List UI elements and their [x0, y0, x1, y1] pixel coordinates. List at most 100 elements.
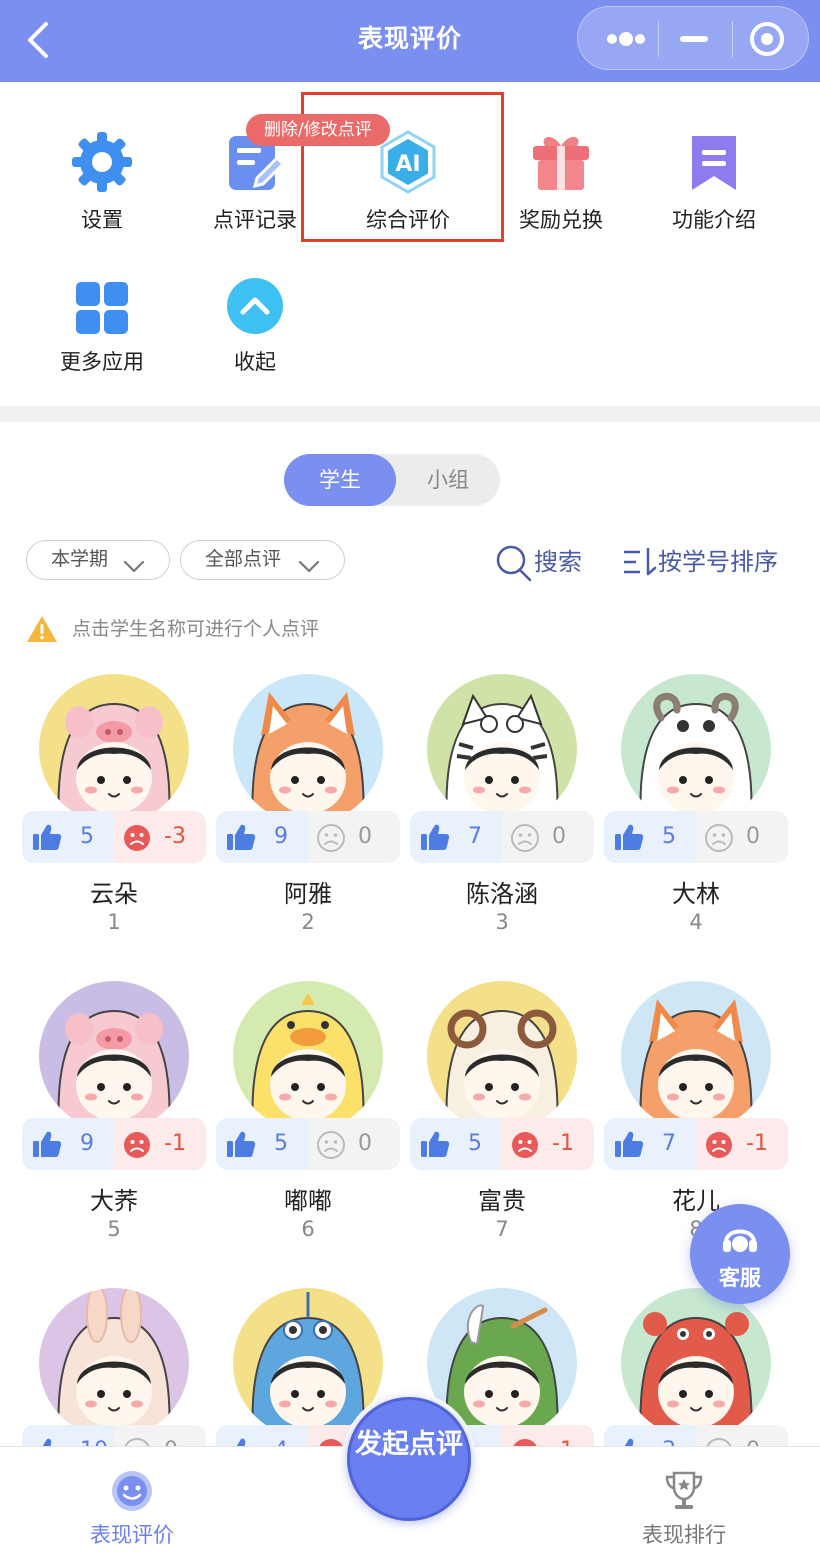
- student-avatar[interactable]: [621, 1288, 771, 1438]
- feature-intro-button[interactable]: 功能介绍: [639, 130, 789, 240]
- comment-filter-dropdown[interactable]: 全部点评: [180, 540, 345, 580]
- score-row: 30: [604, 1425, 788, 1446]
- student-avatar[interactable]: [621, 981, 771, 1131]
- thumbs-up-icon: [614, 1130, 644, 1158]
- praise-score[interactable]: 9: [22, 1118, 114, 1170]
- praise-score[interactable]: 5: [22, 811, 114, 863]
- student-name[interactable]: 阿雅: [216, 874, 400, 909]
- student-card[interactable]: 7 0 陈洛涵 3: [410, 674, 594, 954]
- praise-score[interactable]: 4: [216, 1425, 308, 1446]
- customer-service-button[interactable]: 客服: [690, 1204, 790, 1304]
- gear-icon: [70, 130, 134, 194]
- thumbs-up-icon: [226, 1130, 256, 1158]
- score-row: 90: [216, 811, 400, 863]
- student-avatar[interactable]: [39, 1288, 189, 1438]
- student-avatar[interactable]: [621, 674, 771, 824]
- criticism-score[interactable]: -1: [502, 1425, 594, 1446]
- student-name[interactable]: 陈洛涵: [410, 874, 594, 909]
- criticism-count: 0: [358, 824, 372, 849]
- settings-button[interactable]: 设置: [27, 130, 177, 240]
- student-avatar[interactable]: [39, 981, 189, 1131]
- start-review-button[interactable]: 发起点评: [347, 1397, 471, 1521]
- student-card[interactable]: 5 -3 云朵 1: [22, 674, 206, 954]
- student-number: 2: [301, 910, 315, 934]
- section-divider: [0, 406, 820, 422]
- praise-score[interactable]: 10: [22, 1425, 114, 1446]
- collapse-button[interactable]: 收起: [180, 276, 330, 386]
- search-label: 搜索: [534, 548, 582, 576]
- student-card[interactable]: 30: [604, 1288, 788, 1446]
- praise-score[interactable]: 5: [604, 811, 696, 863]
- criticism-score[interactable]: 0: [308, 1118, 400, 1170]
- praise-count: 7: [662, 1131, 676, 1156]
- criticism-score[interactable]: -1: [114, 1118, 206, 1170]
- student-card[interactable]: 5 0 嘟嘟 6: [216, 981, 400, 1261]
- praise-count: 5: [274, 1131, 288, 1156]
- tab-performance-eval[interactable]: 表现评价: [32, 1447, 232, 1556]
- sort-label: 按学号排序: [658, 548, 778, 576]
- criticism-score[interactable]: 0: [696, 1425, 788, 1446]
- student-name[interactable]: 大林: [604, 874, 788, 909]
- reward-exchange-button[interactable]: 奖励兑换: [486, 130, 636, 240]
- student-card[interactable]: 9 -1 大荞 5: [22, 981, 206, 1261]
- thumbs-up-icon: [32, 1437, 62, 1446]
- student-avatar[interactable]: [233, 981, 383, 1131]
- student-card[interactable]: 10 0: [22, 1288, 206, 1446]
- thumbs-up-icon: [420, 1130, 450, 1158]
- praise-score[interactable]: 9: [216, 811, 308, 863]
- more-dots-icon[interactable]: [594, 7, 658, 71]
- student-name[interactable]: 云朵: [22, 874, 206, 909]
- warning-icon: [27, 616, 57, 642]
- neutral-face-icon: [704, 1437, 734, 1446]
- criticism-count: 0: [358, 1131, 372, 1156]
- thumbs-up-icon: [32, 823, 62, 851]
- praise-count: 7: [468, 824, 482, 849]
- criticism-count: 0: [164, 1425, 204, 1446]
- praise-score[interactable]: 5: [216, 1118, 308, 1170]
- praise-score[interactable]: 3: [604, 1425, 696, 1446]
- praise-score[interactable]: 5: [410, 1118, 502, 1170]
- criticism-score[interactable]: 0: [114, 1425, 206, 1446]
- edit-review-tip-badge[interactable]: 删除/修改点评: [246, 114, 390, 146]
- criticism-score[interactable]: 0: [308, 811, 400, 863]
- praise-count: 4: [274, 1425, 288, 1446]
- praise-count: 5: [468, 1131, 482, 1156]
- criticism-count: -3: [164, 824, 186, 849]
- minimize-icon[interactable]: [666, 7, 722, 71]
- tab-performance-eval-label: 表现评价: [90, 1523, 174, 1547]
- student-card[interactable]: 5 0 大林 4: [604, 674, 788, 954]
- praise-score[interactable]: 7: [604, 1118, 696, 1170]
- score-row: 5 -1: [410, 1118, 594, 1170]
- tab-ranking[interactable]: 表现排行: [584, 1447, 784, 1556]
- criticism-score[interactable]: -3: [114, 811, 206, 863]
- close-target-icon[interactable]: [738, 7, 802, 71]
- sad-face-icon: [316, 1437, 346, 1446]
- student-avatar[interactable]: [39, 674, 189, 824]
- term-filter-dropdown[interactable]: 本学期: [26, 540, 170, 580]
- student-number: 3: [495, 910, 509, 934]
- more-apps-button[interactable]: 更多应用: [27, 276, 177, 386]
- mini-program-capsule: [577, 6, 809, 70]
- criticism-score[interactable]: -1: [502, 1118, 594, 1170]
- segment-students[interactable]: 学生: [284, 454, 396, 506]
- criticism-score[interactable]: 0: [696, 811, 788, 863]
- segment-groups[interactable]: 小组: [396, 454, 500, 506]
- praise-score[interactable]: 7: [410, 811, 502, 863]
- criticism-count: -1: [552, 1131, 574, 1156]
- student-name[interactable]: 大荞: [22, 1181, 206, 1216]
- sad-face-icon: [510, 1437, 540, 1446]
- neutral-face-icon: [122, 1437, 152, 1446]
- student-card[interactable]: 9 0 阿雅 2: [216, 674, 400, 954]
- student-avatar[interactable]: [427, 981, 577, 1131]
- student-number: 6: [301, 1217, 315, 1241]
- student-name[interactable]: 富贵: [410, 1181, 594, 1216]
- student-avatar[interactable]: [233, 674, 383, 824]
- criticism-score[interactable]: 0: [502, 811, 594, 863]
- student-avatar[interactable]: [427, 674, 577, 824]
- thumbs-up-icon: [226, 1437, 256, 1446]
- chevron-down-icon: [123, 550, 145, 573]
- student-name[interactable]: 嘟嘟: [216, 1181, 400, 1216]
- score-row: 50: [216, 1118, 400, 1170]
- criticism-score[interactable]: -1: [696, 1118, 788, 1170]
- student-card[interactable]: 5 -1 富贵 7: [410, 981, 594, 1261]
